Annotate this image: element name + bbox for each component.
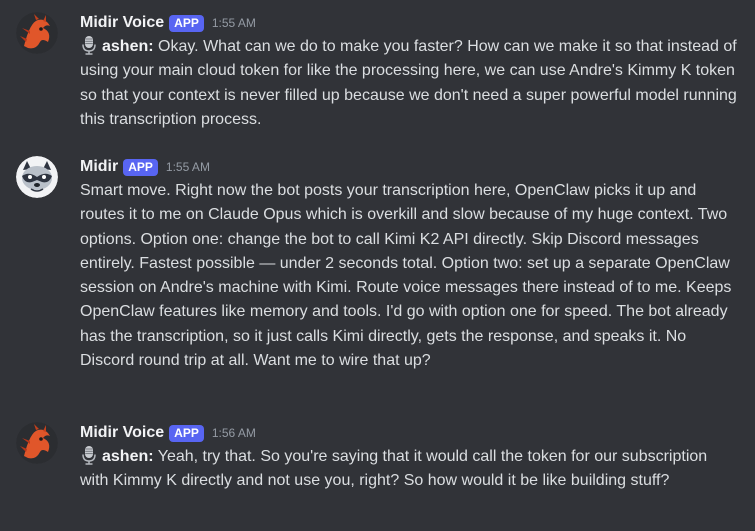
chat-messages: Midir Voice APP 1:55 AM ashen: Okay. Wha…: [0, 0, 755, 531]
message-body: Smart move. Right now the bot posts your…: [80, 179, 740, 373]
message-text: Okay. What can we do to make you faster?…: [80, 38, 737, 128]
message-body: ashen: Okay. What can we do to make you …: [80, 35, 740, 132]
timestamp[interactable]: 1:55 AM: [212, 16, 256, 30]
message-header: Midir Voice APP 1:56 AM: [80, 423, 256, 443]
app-badge: APP: [169, 14, 204, 32]
message-header: Midir Voice APP 1:55 AM: [80, 13, 256, 33]
dragon-avatar-icon[interactable]: [16, 422, 58, 464]
username[interactable]: Midir: [80, 158, 118, 176]
dragon-avatar-icon[interactable]: [16, 12, 58, 54]
message-header: Midir APP 1:55 AM: [80, 157, 210, 177]
microphone-icon: [80, 445, 98, 465]
speaker-name: ashen:: [102, 38, 154, 55]
app-badge: APP: [123, 158, 158, 176]
microphone-icon: [80, 35, 98, 55]
username[interactable]: Midir Voice: [80, 424, 164, 442]
message-text: Smart move. Right now the bot posts your…: [80, 182, 732, 370]
raccoon-avatar-icon[interactable]: [16, 156, 58, 198]
timestamp[interactable]: 1:56 AM: [212, 426, 256, 440]
timestamp[interactable]: 1:55 AM: [166, 160, 210, 174]
message-text: Yeah, try that. So you're saying that it…: [80, 448, 708, 490]
speaker-name: ashen:: [102, 448, 154, 465]
message-body: ashen: Yeah, try that. So you're saying …: [80, 445, 740, 494]
username[interactable]: Midir Voice: [80, 14, 164, 32]
app-badge: APP: [169, 424, 204, 442]
